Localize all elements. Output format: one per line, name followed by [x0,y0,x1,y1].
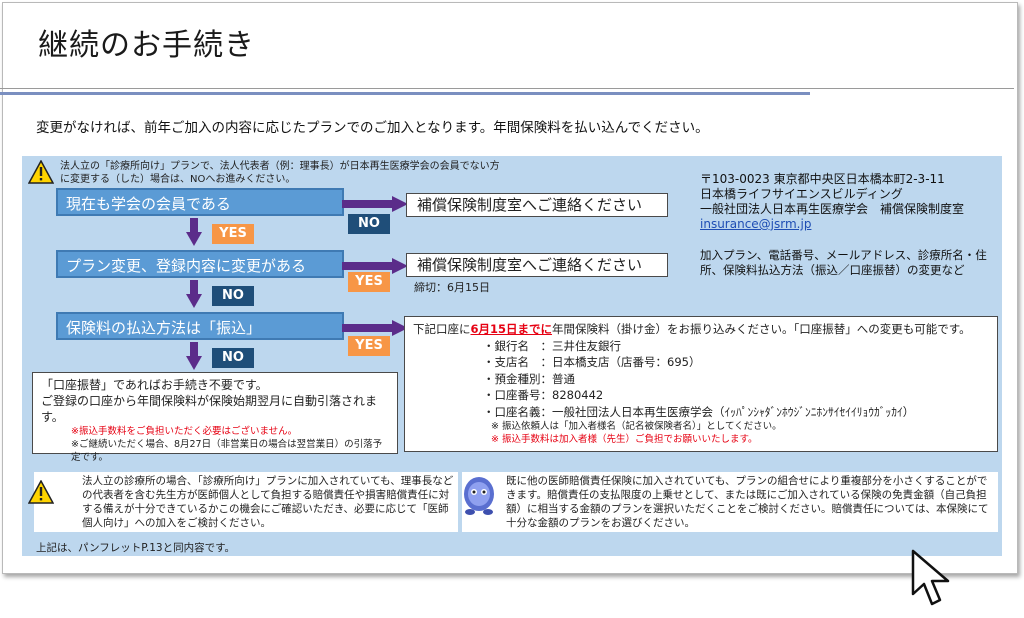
transfer-lead: 下記口座に6月15日までに年間保険料（掛け金）をお振り込みください。「口座振替」… [413,321,989,338]
title-accent-bar [0,92,810,95]
transfer-lead-text: 下記口座に [413,322,471,336]
arrow-right-icon [342,196,408,212]
direct-debit-text: 「口座振替」であればお手続き不要です。 [41,378,268,392]
bank-branch: ・支店名 ：日本橋支店（店番号：695） [483,355,701,369]
arrow-right-icon [342,320,408,336]
bank-name: ・銀行名 ：三井住友銀行 [483,338,621,353]
account-holder: ・口座名義：一般社団法人日本再生医療学会（ｲｯﾊﾟﾝｼｬﾀﾞﾝﾎｳｼﾞﾝﾆﾎﾝｻ… [483,404,915,419]
step-payment: 保険料の払込方法は「振込」 [56,312,344,340]
direct-debit-text: ご登録の口座から年間保険料が保険始期翌月に自動引落されます。 [41,394,378,424]
change-examples: 加入プラン、電話番号、メールアドレス、診療所名・住所、保険料払込方法（振込／口座… [700,248,987,277]
contact-address: 〒103-0023 東京都中央区日本橋本町2-3-11 日本橋ライフサイエンスビ… [700,172,964,232]
warning-icon [28,160,54,184]
deadline-text: 締切：6月15日 [414,281,490,294]
corporate-clinic-note: 法人立の診療所の場合、「診療所向け」プランに加入されていても、理事長などの代表者… [34,472,458,532]
address-line: 日本橋ライフサイエンスビルディング [700,187,903,201]
no-tag: NO [348,214,390,234]
yes-tag: YES [348,336,390,356]
address-line: 〒103-0023 東京都中央区日本橋本町2-3-11 [700,172,945,186]
account-type: ・預金種別：普通 [483,371,575,386]
account-number: ・口座番号：8280442 [483,388,604,402]
direct-debit-schedule-note: ※ご継続いただく場合、8月27日（非営業日の場合は翌営業日）の引落予定です。 [71,439,383,463]
mouse-cursor-icon [911,549,950,606]
intro-text: 変更がなければ、前年ご加入の内容に応じたプランでのご加入となります。年間保険料を… [36,120,709,136]
step-change: プラン変更、登録内容に変更がある [56,250,344,278]
no-tag: NO [212,286,254,306]
yes-tag: YES [212,224,254,244]
contact-box: 補償保険制度室へご連絡ください [406,193,668,217]
transfer-fee-note: ※ 振込手数料は加入者様（先生）ご負担でお願いいたします。 [491,434,758,445]
warning-icon [28,480,54,504]
contact-box: 補償保険制度室へご連絡ください [406,253,668,277]
direct-debit-box: 「口座振替」であればお手続き不要です。 ご登録の口座から年間保険料が保険始期翌月… [32,372,398,463]
arrow-down-icon [186,280,202,308]
bank-details: ・銀行名 ：三井住友銀行 ・支店名 ：日本橋支店（店番号：695） ・預金種別：… [413,338,989,447]
page-title: 継続のお手続き [38,28,255,63]
transfer-info-box: 下記口座に6月15日までに年間保険料（掛け金）をお振り込みください。「口座振替」… [404,316,998,452]
email-link[interactable]: insurance@jsrm.jp [700,217,964,232]
no-tag: NO [212,348,254,368]
transfer-lead-text: 年間保険料（掛け金）をお振り込みください。「口座振替」への変更も可能です。 [552,322,971,336]
mascot-icon [464,477,494,515]
other-insurance-note: 既に他の医師賠償責任保険に加入されていても、プランの組合せにより重複部分を小さく… [462,472,998,532]
arrow-down-icon [186,342,202,370]
footnote: 上記は、パンフレットP.13と同内容です。 [36,542,236,554]
transfer-deadline: 6月15日までに [470,322,553,336]
transfer-note: ※ 振込依頼人は「加入者様名（記名被保険者名）」としてください。 [491,421,782,432]
title-divider [0,88,1014,89]
address-line: 一般社団法人日本再生医療学会 補償保険制度室 [700,202,965,216]
arrow-down-icon [186,218,202,246]
step-member: 現在も学会の会員である [56,188,344,216]
direct-debit-fee-note: ※振込手数料をご負担いただく必要はございません。 [71,426,298,437]
yes-tag: YES [348,272,390,292]
corporate-note: 法人立の「診療所向け」プランで、法人代表者（例：理事長）が日本再生医療学会の会員… [60,161,500,185]
